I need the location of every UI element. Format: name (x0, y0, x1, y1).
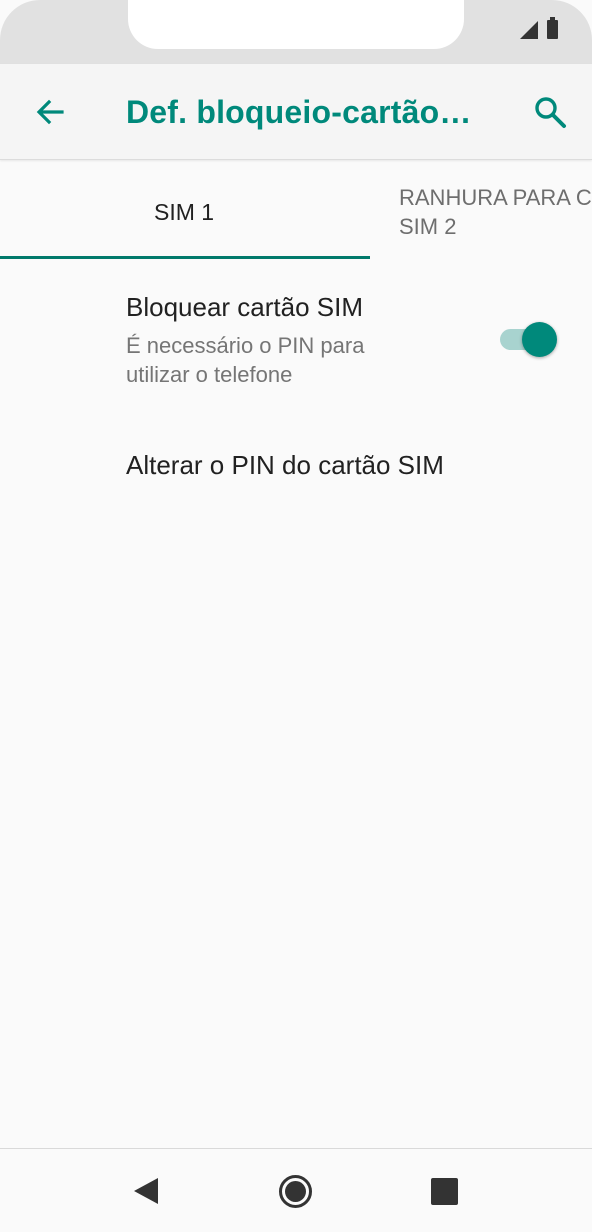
tab-indicator (0, 256, 370, 259)
square-recents-icon (430, 1177, 458, 1205)
circle-home-icon (278, 1174, 312, 1208)
app-bar: Def. bloqueio-cartão… (0, 64, 592, 160)
screen: Def. bloqueio-cartão… SIM 1 RANHURA PARA… (0, 0, 592, 1232)
battery-icon (547, 17, 558, 39)
nav-back-button[interactable] (116, 1167, 176, 1215)
nav-home-button[interactable] (265, 1167, 325, 1215)
search-button[interactable] (524, 88, 576, 136)
change-pin-preference[interactable]: Alterar o PIN do cartão SIM (0, 430, 592, 500)
status-bar (0, 0, 592, 64)
search-icon (535, 97, 566, 128)
preference-title: Alterar o PIN do cartão SIM (126, 450, 444, 480)
notch (128, 0, 464, 49)
navigation-bar (0, 1148, 592, 1232)
nav-recents-button[interactable] (414, 1167, 474, 1215)
triangle-back-icon (134, 1178, 158, 1204)
preference-summary: É necessário o PIN para utilizar o telef… (126, 333, 365, 387)
tab-label: SIM 1 (154, 199, 215, 225)
toggle-thumb (522, 322, 557, 357)
tab-label: RANHURA PARA C SIM 2 (399, 185, 592, 239)
tab-sim-1[interactable]: SIM 1 (0, 161, 370, 261)
tab-sim-2[interactable]: RANHURA PARA C SIM 2 (370, 161, 592, 261)
lock-sim-preference[interactable]: Bloquear cartão SIM É necessário o PIN p… (0, 278, 592, 408)
lock-sim-toggle[interactable] (498, 322, 562, 357)
back-button[interactable] (22, 88, 78, 136)
preference-title: Bloquear cartão SIM (126, 292, 364, 322)
status-icons (520, 17, 558, 39)
tab-bar: SIM 1 RANHURA PARA C SIM 2 (0, 161, 592, 261)
signal-icon (520, 20, 538, 39)
page-title: Def. bloqueio-cartão… (126, 94, 472, 130)
arrow-back-icon (36, 99, 64, 125)
